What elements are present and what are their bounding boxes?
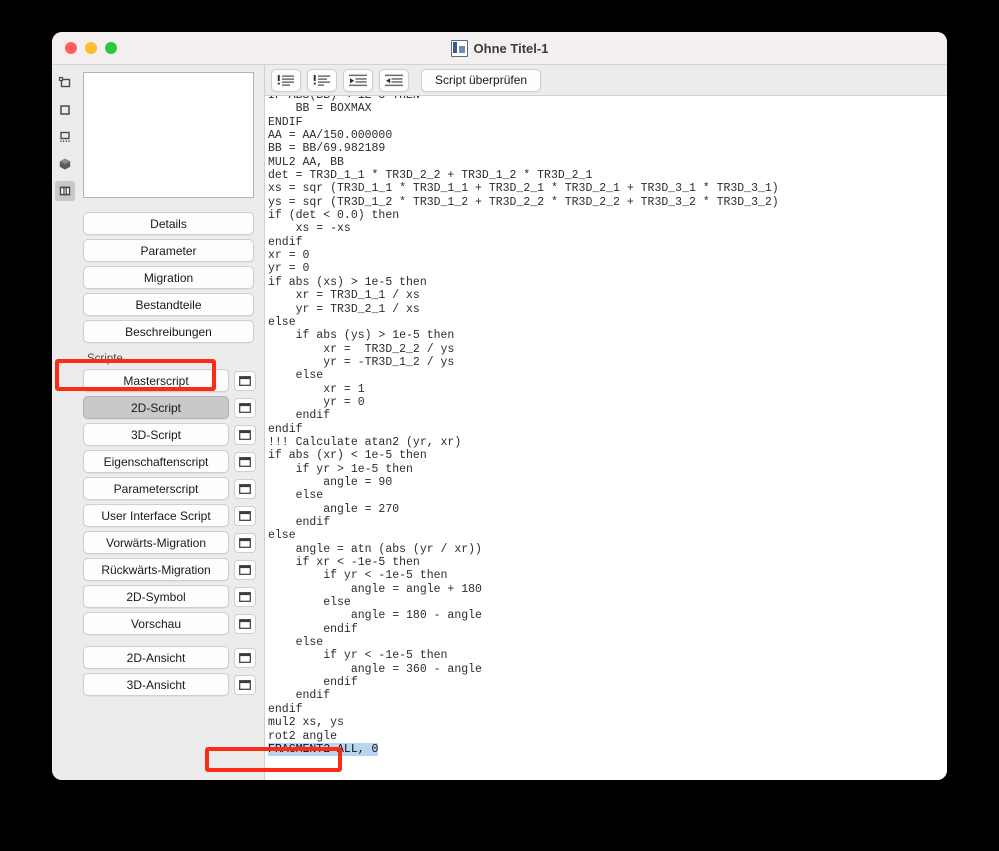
script-button-masterscript[interactable]: Masterscript — [83, 369, 229, 392]
script-row-3d-ansicht: 3D-Ansicht — [83, 673, 256, 696]
script-row-3d-script: 3D-Script — [83, 423, 256, 446]
comment-out-icon[interactable] — [271, 68, 301, 92]
main-pane: Script überprüfen IF ABS(BB) < 1E-5 THEN… — [264, 65, 947, 780]
script-button-2d-symbol[interactable]: 2D-Symbol — [83, 585, 229, 608]
open-window-icon-rueckwaerts-migration[interactable] — [234, 559, 256, 580]
open-window-icon-user-interface-script[interactable] — [234, 505, 256, 526]
script-button-2d-script[interactable]: 2D-Script — [83, 396, 229, 419]
sidebar-button-details[interactable]: Details — [83, 212, 254, 235]
script-row-parameterscript: Parameterscript — [83, 477, 256, 500]
script-row-masterscript: Masterscript — [83, 369, 256, 392]
sidebar-button-migration[interactable]: Migration — [83, 266, 254, 289]
script-button-parameterscript[interactable]: Parameterscript — [83, 477, 229, 500]
sidebar: Details Parameter Migration Bestandteile… — [78, 65, 264, 780]
decrease-indent-icon[interactable] — [379, 68, 409, 92]
check-script-button[interactable]: Script überprüfen — [421, 68, 542, 92]
sidebar-button-beschreibungen[interactable]: Beschreibungen — [83, 320, 254, 343]
uncomment-icon[interactable] — [307, 68, 337, 92]
minimize-button[interactable] — [85, 42, 97, 54]
open-window-icon-vorschau[interactable] — [234, 613, 256, 634]
script-row-2d-ansicht: 2D-Ansicht — [83, 646, 256, 669]
script-button-eigenschaftenscript[interactable]: Eigenschaftenscript — [83, 450, 229, 473]
script-button-user-interface-script[interactable]: User Interface Script — [83, 504, 229, 527]
sidebar-divider — [81, 639, 256, 646]
zoom-button[interactable] — [105, 42, 117, 54]
traffic-light-group — [65, 42, 117, 54]
open-window-icon-3d-ansicht[interactable] — [234, 674, 256, 695]
script-button-rueckwaerts-migration[interactable]: Rückwärts-Migration — [83, 558, 229, 581]
script-row-rueckwaerts-migration: Rückwärts-Migration — [83, 558, 256, 581]
editor-right-margin — [933, 96, 947, 780]
view-button-2d-ansicht[interactable]: 2D-Ansicht — [83, 646, 229, 669]
script-row-2d-symbol: 2D-Symbol — [83, 585, 256, 608]
script-row-vorschau: Vorschau — [83, 612, 256, 635]
increase-indent-icon[interactable] — [343, 68, 373, 92]
selected-code-line[interactable]: FRAGMENT2 ALL, 0 — [268, 742, 379, 756]
library-filmstrip-icon[interactable] — [55, 181, 75, 201]
close-button[interactable] — [65, 42, 77, 54]
script-row-eigenschaftenscript: Eigenschaftenscript — [83, 450, 256, 473]
open-window-icon-2d-ansicht[interactable] — [234, 647, 256, 668]
hatch-tool-icon[interactable] — [55, 127, 75, 147]
sidebar-button-bestandteile[interactable]: Bestandteile — [83, 293, 254, 316]
open-window-icon-vorwaerts-migration[interactable] — [234, 532, 256, 553]
window-title-group: Ohne Titel-1 — [52, 32, 947, 64]
view-button-3d-ansicht[interactable]: 3D-Ansicht — [83, 673, 229, 696]
application-window: Ohne Titel-1 Details Parameter Migration… — [52, 32, 947, 780]
open-window-icon-2d-symbol[interactable] — [234, 586, 256, 607]
script-row-vorwaerts-migration: Vorwärts-Migration — [83, 531, 256, 554]
sidebar-button-parameter[interactable]: Parameter — [83, 239, 254, 262]
open-window-icon-parameterscript[interactable] — [234, 478, 256, 499]
document-preview-icon — [450, 39, 468, 57]
window-body: Details Parameter Migration Bestandteile… — [52, 65, 947, 780]
tool-rail — [52, 65, 78, 780]
script-row-user-interface-script: User Interface Script — [83, 504, 256, 527]
rectangle-tool-icon[interactable] — [55, 100, 75, 120]
selection-tool-icon[interactable] — [55, 73, 75, 93]
3d-object-icon[interactable] — [55, 154, 75, 174]
script-button-vorwaerts-migration[interactable]: Vorwärts-Migration — [83, 531, 229, 554]
open-window-icon-eigenschaftenscript[interactable] — [234, 451, 256, 472]
window-title: Ohne Titel-1 — [473, 40, 549, 56]
script-row-2d-script: 2D-Script — [83, 396, 256, 419]
code-editor[interactable]: IF ABS(BB) < 1E-5 THEN BB = BOXMAX ENDIF… — [265, 96, 947, 780]
open-window-icon-3d-script[interactable] — [234, 424, 256, 445]
code-text[interactable]: IF ABS(BB) < 1E-5 THEN BB = BOXMAX ENDIF… — [268, 96, 779, 756]
scripts-section-label: Scripte — [87, 353, 123, 365]
title-bar: Ohne Titel-1 — [52, 32, 947, 65]
editor-toolbar: Script überprüfen — [265, 65, 947, 96]
script-button-vorschau[interactable]: Vorschau — [83, 612, 229, 635]
script-button-3d-script[interactable]: 3D-Script — [83, 423, 229, 446]
open-window-icon-masterscript[interactable] — [234, 370, 256, 391]
preview-panel[interactable] — [83, 72, 254, 198]
open-window-icon-2d-script[interactable] — [234, 397, 256, 418]
